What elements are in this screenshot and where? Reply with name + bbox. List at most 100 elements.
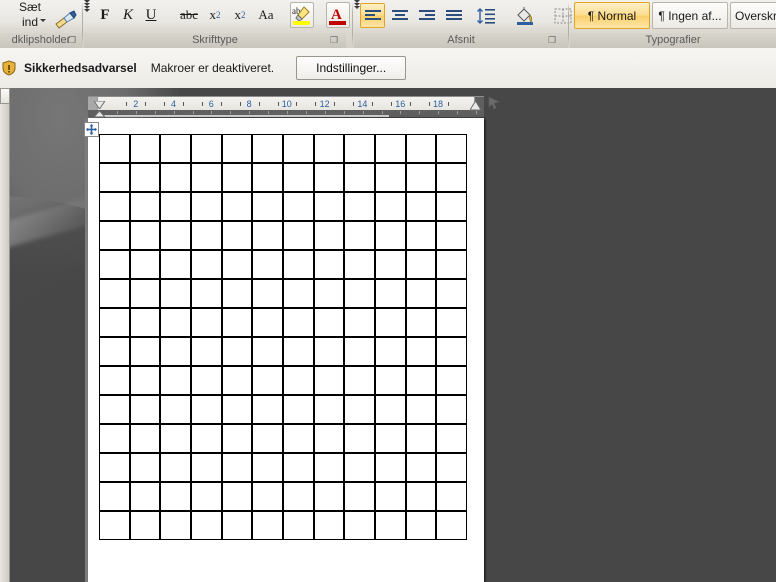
- table-cell[interactable]: [190, 163, 222, 192]
- table-cell[interactable]: [374, 134, 406, 163]
- table-cell[interactable]: [344, 163, 375, 192]
- table-cell[interactable]: [436, 511, 467, 540]
- table-row[interactable]: [99, 424, 467, 453]
- table-cell[interactable]: [252, 192, 283, 221]
- left-vertical-strip[interactable]: [0, 88, 10, 582]
- table-cell[interactable]: [374, 221, 406, 250]
- table-cell[interactable]: [99, 337, 130, 366]
- table-cell[interactable]: [160, 453, 191, 482]
- table-cell[interactable]: [344, 192, 375, 221]
- table-cell[interactable]: [405, 511, 437, 540]
- table-cell[interactable]: [252, 221, 283, 250]
- table-cell[interactable]: [129, 366, 161, 395]
- style-item-normal[interactable]: ¶ Normal: [574, 2, 650, 29]
- table-cell[interactable]: [252, 453, 283, 482]
- table-cell[interactable]: [282, 511, 314, 540]
- table-cell[interactable]: [344, 134, 375, 163]
- table-cell[interactable]: [344, 395, 375, 424]
- table-cell[interactable]: [436, 134, 467, 163]
- table-cell[interactable]: [405, 424, 437, 453]
- table-cell[interactable]: [252, 366, 283, 395]
- table-cell[interactable]: [252, 511, 283, 540]
- table-cell[interactable]: [374, 453, 406, 482]
- table-cell[interactable]: [252, 250, 283, 279]
- table-cell[interactable]: [221, 279, 253, 308]
- table-cell[interactable]: [252, 134, 283, 163]
- paste-chevron-down-icon[interactable]: [40, 19, 46, 22]
- align-left-button[interactable]: [360, 3, 385, 28]
- table-cell[interactable]: [221, 250, 253, 279]
- table-row[interactable]: [99, 192, 467, 221]
- table-cell[interactable]: [252, 308, 283, 337]
- table-cell[interactable]: [344, 511, 375, 540]
- table-cell[interactable]: [221, 134, 253, 163]
- table-cell[interactable]: [344, 366, 375, 395]
- table-cell[interactable]: [436, 366, 467, 395]
- table-cell[interactable]: [190, 308, 222, 337]
- table-cell[interactable]: [160, 279, 191, 308]
- table-cell[interactable]: [221, 192, 253, 221]
- table-cell[interactable]: [129, 482, 161, 511]
- table-cell[interactable]: [282, 424, 314, 453]
- table-cell[interactable]: [313, 221, 345, 250]
- format-painter-icon[interactable]: [54, 10, 78, 30]
- left-strip-top-box[interactable]: [0, 88, 10, 104]
- table-cell[interactable]: [221, 511, 253, 540]
- table-cell[interactable]: [374, 279, 406, 308]
- table-cell[interactable]: [282, 250, 314, 279]
- table-cell[interactable]: [344, 482, 375, 511]
- table-cell[interactable]: [344, 453, 375, 482]
- document-page[interactable]: [88, 118, 484, 582]
- table-row[interactable]: [99, 134, 467, 163]
- strikethrough-button[interactable]: abc: [176, 4, 202, 26]
- table-cell[interactable]: [160, 395, 191, 424]
- table-cell[interactable]: [252, 163, 283, 192]
- table-cell[interactable]: [99, 366, 130, 395]
- table-row[interactable]: [99, 250, 467, 279]
- table-cell[interactable]: [282, 279, 314, 308]
- table-cell[interactable]: [160, 366, 191, 395]
- table-cell[interactable]: [99, 221, 130, 250]
- table-cell[interactable]: [99, 424, 130, 453]
- table-row[interactable]: [99, 482, 467, 511]
- table-cell[interactable]: [190, 395, 222, 424]
- table-cell[interactable]: [221, 453, 253, 482]
- table-cell[interactable]: [313, 453, 345, 482]
- table-cell[interactable]: [190, 511, 222, 540]
- underline-button[interactable]: U: [140, 4, 162, 26]
- table-row[interactable]: [99, 308, 467, 337]
- table-cell[interactable]: [252, 482, 283, 511]
- table-cell[interactable]: [129, 337, 161, 366]
- table-cell[interactable]: [344, 308, 375, 337]
- table-cell[interactable]: [436, 453, 467, 482]
- table-cell[interactable]: [190, 424, 222, 453]
- table-cell[interactable]: [129, 250, 161, 279]
- table-cell[interactable]: [99, 163, 130, 192]
- table-cell[interactable]: [221, 163, 253, 192]
- table-cell[interactable]: [405, 163, 437, 192]
- table-cell[interactable]: [190, 337, 222, 366]
- table-cell[interactable]: [160, 192, 191, 221]
- table-cell[interactable]: [129, 453, 161, 482]
- table-cell[interactable]: [282, 366, 314, 395]
- table-cell[interactable]: [313, 134, 345, 163]
- table-cell[interactable]: [252, 424, 283, 453]
- font-color-button[interactable]: A: [326, 2, 350, 28]
- table-cell[interactable]: [405, 395, 437, 424]
- table-move-handle[interactable]: [84, 122, 99, 137]
- table-cell[interactable]: [99, 308, 130, 337]
- table-cell[interactable]: [129, 163, 161, 192]
- table-row[interactable]: [99, 366, 467, 395]
- table-cell[interactable]: [405, 134, 437, 163]
- table-cell[interactable]: [282, 337, 314, 366]
- table-cell[interactable]: [190, 279, 222, 308]
- table-cell[interactable]: [160, 424, 191, 453]
- table-cell[interactable]: [313, 163, 345, 192]
- table-cell[interactable]: [405, 192, 437, 221]
- table-cell[interactable]: [252, 395, 283, 424]
- table-cell[interactable]: [160, 134, 191, 163]
- table-cell[interactable]: [405, 366, 437, 395]
- table-cell[interactable]: [190, 250, 222, 279]
- table-cell[interactable]: [99, 250, 130, 279]
- table-cell[interactable]: [344, 279, 375, 308]
